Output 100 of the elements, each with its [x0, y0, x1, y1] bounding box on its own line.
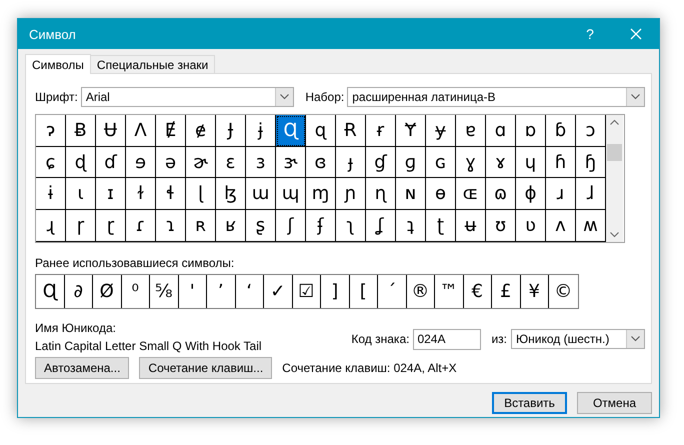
symbol-cell[interactable]: ʋ: [516, 210, 546, 242]
symbol-cell[interactable]: ɟ: [336, 146, 366, 178]
symbol-cell[interactable]: ɜ: [246, 146, 276, 178]
symbol-cell[interactable]: ɏ: [426, 115, 456, 147]
symbol-cell[interactable]: ɋ: [306, 115, 336, 147]
symbol-cell[interactable]: ʈ: [426, 210, 456, 242]
symbol-cell[interactable]: Ʉ: [96, 115, 126, 147]
symbol-cell[interactable]: Ɉ: [216, 115, 246, 147]
symbol-cell[interactable]: ɫ: [126, 178, 156, 210]
symbol-cell[interactable]: ʃ: [276, 210, 306, 242]
symbol-cell[interactable]: ɘ: [126, 146, 156, 178]
symbol-cell[interactable]: ɡ: [396, 146, 426, 178]
symbol-cell[interactable]: ʂ: [246, 210, 276, 242]
from-dropdown[interactable]: Юникод (шестн.): [511, 329, 645, 350]
symbol-cell[interactable]: ɸ: [516, 178, 546, 210]
recent-symbol-cell[interactable]: Ɋ: [36, 274, 64, 308]
symbol-cell[interactable]: ɍ: [366, 115, 396, 147]
symbol-cell[interactable]: ɕ: [36, 146, 66, 178]
symbol-cell[interactable]: ɲ: [336, 178, 366, 210]
symbol-cell[interactable]: ɯ: [246, 178, 276, 210]
symbol-cell[interactable]: ɞ: [306, 146, 336, 178]
recent-symbol-cell[interactable]: ‘: [236, 274, 264, 308]
symbol-cell[interactable]: ɤ: [486, 146, 516, 178]
symbol-cell[interactable]: Ɇ: [156, 115, 186, 147]
recent-symbol-cell[interactable]: ©: [549, 274, 578, 308]
symbol-cell[interactable]: ɶ: [456, 178, 486, 210]
symbol-cell[interactable]: ɦ: [546, 146, 576, 178]
font-dropdown[interactable]: Arial: [80, 87, 294, 107]
symbol-cell[interactable]: ɳ: [366, 178, 396, 210]
footer-button[interactable]: Отмена: [577, 392, 652, 414]
recent-symbol-cell[interactable]: ': [178, 274, 207, 308]
footer-button[interactable]: Вставить: [492, 392, 567, 414]
symbol-cell[interactable]: ɩ: [66, 178, 96, 210]
symbol-cell[interactable]: Ɍ: [336, 115, 366, 147]
symbol-cell[interactable]: ɽ: [96, 210, 126, 242]
tab[interactable]: Символы: [25, 54, 91, 74]
symbol-cell[interactable]: ɗ: [96, 146, 126, 178]
symbol-cell[interactable]: ɮ: [216, 178, 246, 210]
symbol-cell[interactable]: Ɋ: [276, 115, 306, 147]
symbol-cell[interactable]: ɚ: [186, 146, 216, 178]
symbol-cell[interactable]: ɰ: [276, 178, 306, 210]
symbol-cell[interactable]: ɻ: [36, 210, 66, 242]
symbol-cell[interactable]: ɂ: [36, 115, 66, 147]
symbol-cell[interactable]: ɷ: [486, 178, 516, 210]
recent-symbol-cell[interactable]: ∂: [64, 274, 93, 308]
recent-symbol-cell[interactable]: £: [492, 274, 520, 308]
symbol-cell[interactable]: ɐ: [456, 115, 486, 147]
symbol-cell[interactable]: ɇ: [186, 115, 216, 147]
symbol-cell[interactable]: Ɏ: [396, 115, 426, 147]
dialog-button[interactable]: Сочетание клавиш...: [139, 356, 272, 379]
symbol-cell[interactable]: ɉ: [246, 115, 276, 147]
recent-symbol-cell[interactable]: ✓: [264, 274, 292, 308]
recent-symbol-cell[interactable]: ¥: [520, 274, 549, 308]
recent-symbol-cell[interactable]: ’: [207, 274, 236, 308]
symbol-cell[interactable]: ɵ: [426, 178, 456, 210]
recent-symbol-cell[interactable]: ™: [435, 274, 464, 308]
symbol-cell[interactable]: ʉ: [456, 210, 486, 242]
symbol-cell[interactable]: ɨ: [36, 178, 66, 210]
recent-symbol-cell[interactable]: ☑: [292, 274, 321, 308]
symbol-cell[interactable]: ɴ: [396, 178, 426, 210]
symbol-cell[interactable]: ɣ: [456, 146, 486, 178]
symbol-cell[interactable]: ʍ: [576, 210, 606, 242]
symbol-cell[interactable]: ʇ: [396, 210, 426, 242]
recent-symbol-cell[interactable]: ®: [406, 274, 435, 308]
symbol-cell[interactable]: ɒ: [516, 115, 546, 147]
scrollbar[interactable]: [606, 115, 623, 242]
symbol-cell[interactable]: ɼ: [66, 210, 96, 242]
char-code-field[interactable]: 024A: [413, 328, 482, 350]
symbol-cell[interactable]: ɱ: [306, 178, 336, 210]
symbol-cell[interactable]: ɭ: [186, 178, 216, 210]
symbol-cell[interactable]: ɺ: [576, 178, 606, 210]
dialog-button[interactable]: Автозамена...: [35, 356, 130, 379]
recent-symbol-cell[interactable]: ´: [378, 274, 406, 308]
recent-symbol-cell[interactable]: ]: [321, 274, 350, 308]
symbol-cell[interactable]: ɥ: [516, 146, 546, 178]
recent-symbol-cell[interactable]: [: [350, 274, 378, 308]
symbol-cell[interactable]: ʊ: [486, 210, 516, 242]
symbol-cell[interactable]: ʌ: [546, 210, 576, 242]
symbol-cell[interactable]: ʆ: [366, 210, 396, 242]
recent-symbol-cell[interactable]: ⅝: [150, 274, 178, 308]
recent-symbol-cell[interactable]: ⁰: [122, 274, 150, 308]
recent-symbol-cell[interactable]: €: [464, 274, 492, 308]
symbol-cell[interactable]: ɾ: [126, 210, 156, 242]
tab[interactable]: Специальные знаки: [90, 55, 216, 73]
symbol-cell[interactable]: ʄ: [306, 210, 336, 242]
symbol-cell[interactable]: ɔ: [576, 115, 606, 147]
symbol-cell[interactable]: ɛ: [216, 146, 246, 178]
symbol-cell[interactable]: ɖ: [66, 146, 96, 178]
symbol-cell[interactable]: ə: [156, 146, 186, 178]
symbol-cell[interactable]: ɿ: [156, 210, 186, 242]
symbol-cell[interactable]: ɬ: [156, 178, 186, 210]
symbol-cell[interactable]: ɝ: [276, 146, 306, 178]
subset-dropdown[interactable]: расширенная латиница-B: [347, 87, 645, 107]
symbol-cell[interactable]: ʀ: [186, 210, 216, 242]
symbol-cell[interactable]: ɑ: [486, 115, 516, 147]
recent-symbol-cell[interactable]: Ø: [93, 274, 122, 308]
symbol-cell[interactable]: ɓ: [546, 115, 576, 147]
symbol-cell[interactable]: ʅ: [336, 210, 366, 242]
symbol-cell[interactable]: ɢ: [426, 146, 456, 178]
symbol-cell[interactable]: Ʌ: [126, 115, 156, 147]
